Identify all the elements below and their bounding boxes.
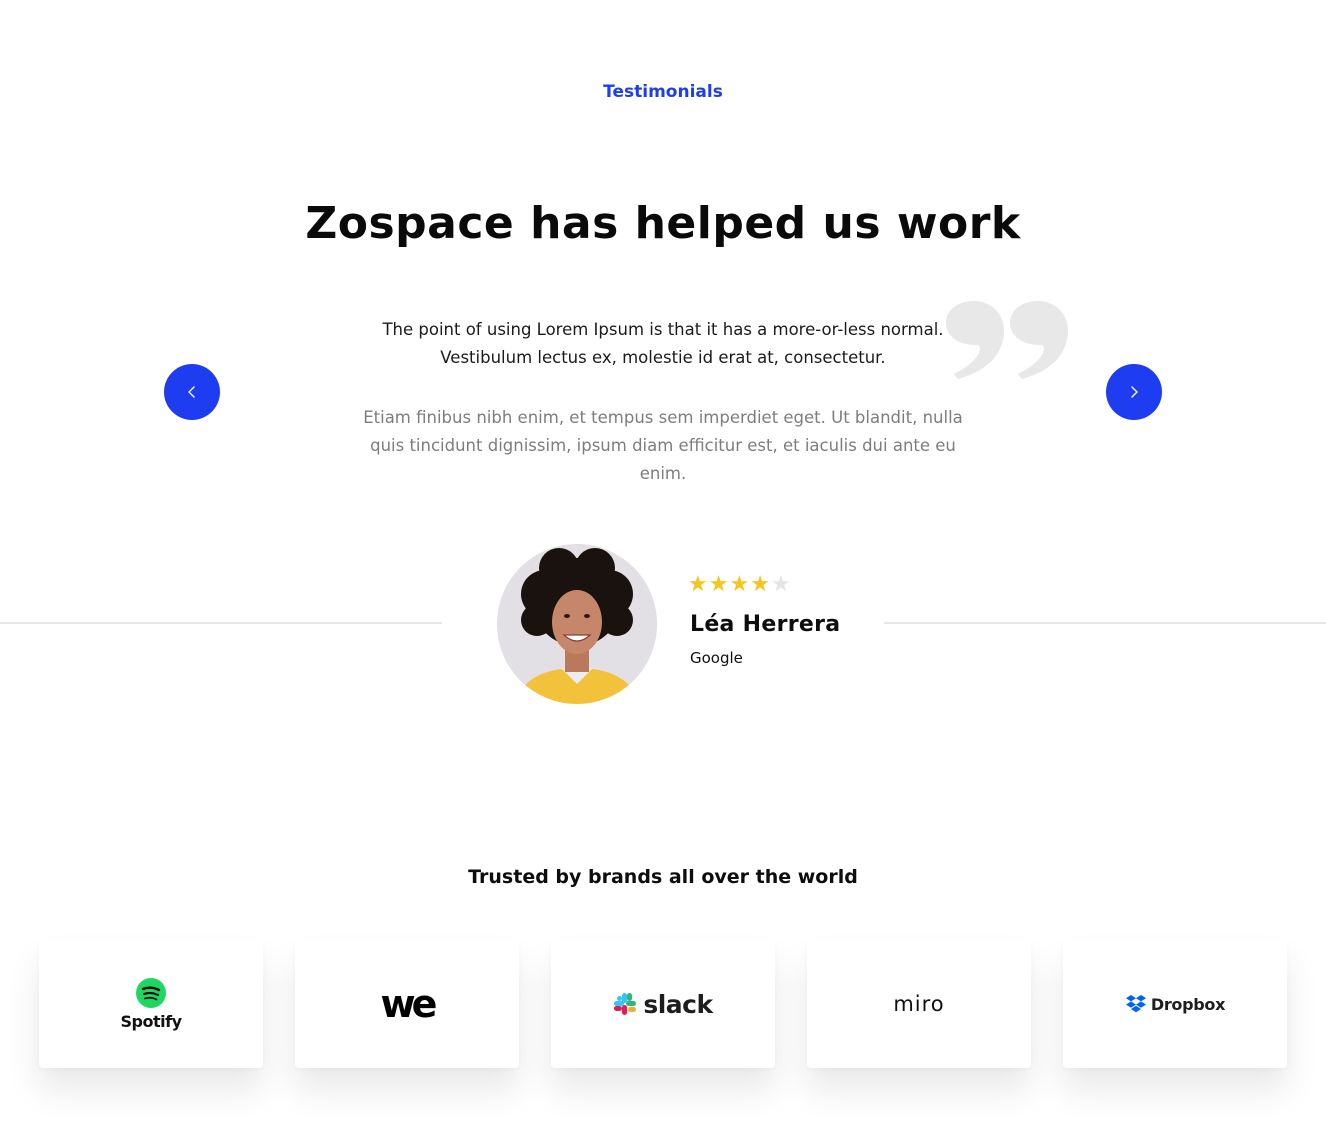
testimonial-lead: The point of using Lorem Ipsum is that i… xyxy=(382,320,944,367)
star-filled-icon: ★ xyxy=(729,572,750,597)
brands-title: Trusted by brands all over the world xyxy=(468,866,858,888)
slack-wordmark: slack xyxy=(643,989,713,1019)
star-filled-icon: ★ xyxy=(750,572,770,597)
section-label: Testimonials xyxy=(603,82,723,102)
brand-card-miro[interactable]: miro xyxy=(807,940,1031,1068)
divider-left xyxy=(0,622,442,624)
testimonial-headline: Zospace has helped us work xyxy=(305,198,1021,249)
dropbox-logo: Dropbox xyxy=(1125,994,1225,1014)
author-avatar xyxy=(497,544,657,704)
star-empty-icon: ★ xyxy=(770,572,791,597)
star-filled-icon: ★ xyxy=(708,572,729,597)
brand-card-dropbox[interactable]: Dropbox xyxy=(1063,940,1287,1068)
author-company: Google xyxy=(690,649,743,667)
slack-icon xyxy=(614,993,637,1015)
dropbox-wordmark: Dropbox xyxy=(1150,994,1226,1014)
star-filled-icon: ★ xyxy=(688,572,708,597)
carousel-next-button[interactable] xyxy=(1106,364,1162,420)
chevron-right-icon xyxy=(1131,386,1138,398)
miro-wordmark: miro xyxy=(893,992,945,1016)
testimonial-body: Etiam finibus nibh enim, et tempus sem i… xyxy=(363,408,963,483)
we-wordmark: we xyxy=(380,982,438,1026)
brand-card-we[interactable]: we xyxy=(295,940,519,1068)
testimonials-page: Testimonials Zospace has helped us work … xyxy=(0,0,1326,1148)
divider-right xyxy=(884,622,1326,624)
brand-card-spotify[interactable]: Spotify xyxy=(39,940,263,1068)
brand-card-slack[interactable]: slack xyxy=(551,940,775,1068)
carousel-prev-button[interactable] xyxy=(164,364,220,420)
quote-glyph xyxy=(946,301,1068,379)
spotify-logo: Spotify xyxy=(120,977,183,1031)
dropbox-icon xyxy=(1125,995,1146,1013)
chevron-left-icon xyxy=(188,386,195,398)
spotify-icon xyxy=(136,977,166,1008)
spotify-wordmark: Spotify xyxy=(120,1011,183,1031)
author-name: Léa Herrera xyxy=(690,612,841,637)
avatar-photo xyxy=(497,544,657,704)
rating-stars: ★ ★ ★ ★ ★ xyxy=(688,572,791,598)
brand-logo-row: Spotify we slack miro Dropbox xyxy=(39,940,1287,1068)
slack-logo: slack xyxy=(613,989,713,1019)
